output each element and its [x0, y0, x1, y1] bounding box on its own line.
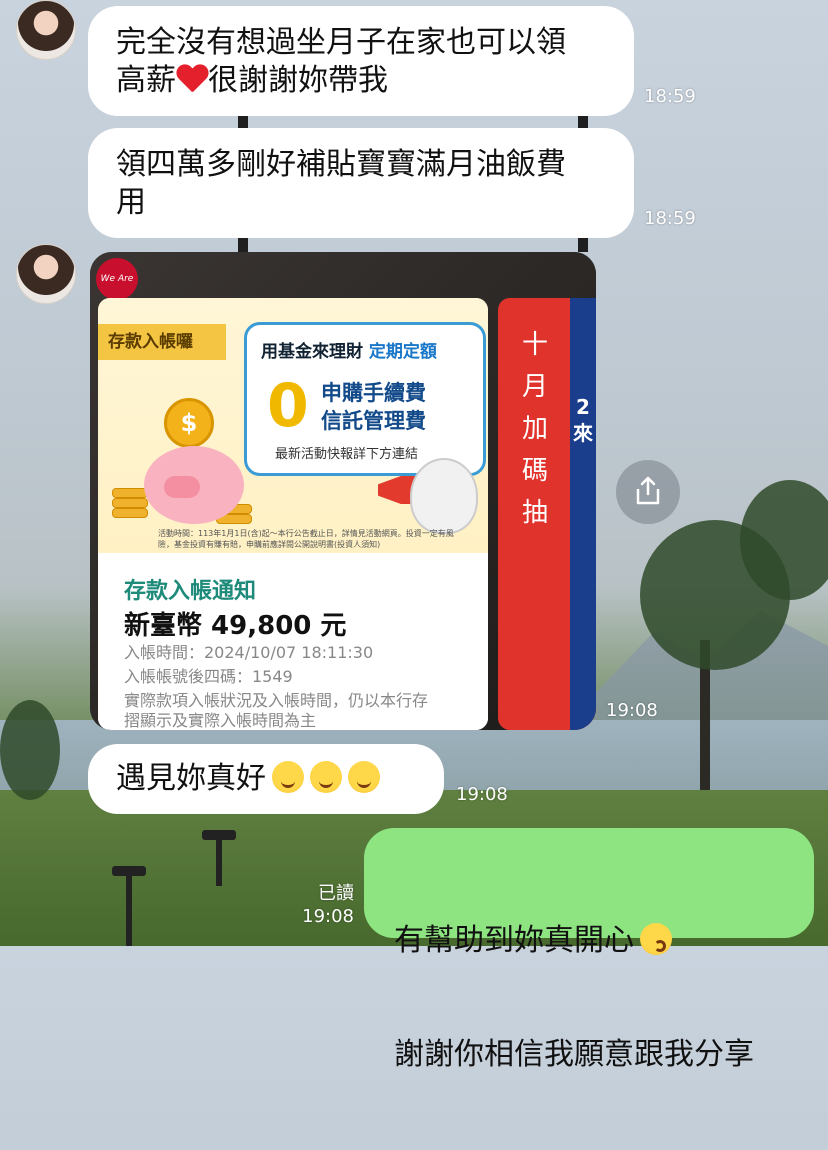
promo-prefix: 用基金來理財: [261, 342, 363, 362]
side-promo-card: 十月加碼抽 2 來: [498, 298, 596, 730]
side-promo-blue: [570, 298, 596, 730]
message-text-body: 遇見妳真好: [116, 761, 266, 796]
smiling-face-with-hearts-icon: [272, 761, 304, 793]
piggy-bank-nose-icon: [164, 476, 200, 498]
notice-title: 存款入帳通知: [124, 579, 257, 604]
promo-zero: 0: [267, 371, 309, 441]
image-message[interactable]: We Are Family 存款入帳囉 用基金來理財 定期定額 0 申購手續費 …: [90, 252, 596, 730]
message-text: 領四萬多剛好補貼寶寶滿月油飯費 用: [116, 147, 566, 220]
side-promo-text: 十月加碼抽: [521, 330, 548, 528]
message-time: 19:08: [606, 700, 658, 721]
background-tree: [0, 700, 60, 800]
share-icon: [636, 476, 660, 505]
notice-section: 存款入帳通知 新臺幣 49,800 元 入帳時間：2024/10/07 18:1…: [98, 553, 488, 730]
avatar[interactable]: [16, 0, 76, 60]
owl-mascot-icon: [410, 458, 478, 534]
background-pole: [238, 236, 248, 252]
notice-time: 入帳時間：2024/10/07 18:11:30: [124, 643, 374, 662]
side-promo-fragment: 2 來: [573, 395, 593, 445]
message-time: 19:08: [456, 784, 508, 805]
deposit-notice-card: 存款入帳囉 用基金來理財 定期定額 0 申購手續費 信託管理費 最新活動快報詳下…: [98, 298, 488, 730]
promo-highlight: 定期定額: [368, 342, 437, 362]
message-text-line-1: 有幫助到妳真開心: [394, 923, 634, 958]
coin-stack-icon: [112, 488, 148, 498]
deposit-tag: 存款入帳囉: [98, 324, 226, 360]
background-lamp: [202, 830, 236, 840]
message-bubble-outgoing[interactable]: 有幫助到妳真開心 謝謝你相信我願意跟我分享: [364, 828, 814, 1072]
message-text: 完全沒有想過坐月子在家也可以領 高薪 很謝謝妳帶我: [116, 24, 614, 100]
bank-logo: We Are Family: [96, 258, 138, 326]
promo-banner: 存款入帳囉 用基金來理財 定期定額 0 申購手續費 信託管理費 最新活動快報詳下…: [98, 298, 488, 553]
promo-fee-1: 申購手續費: [321, 381, 426, 405]
message-text: 遇見妳真好: [116, 760, 424, 798]
promo-fee-2: 信託管理費: [321, 409, 426, 433]
promo-headline: 用基金來理財 定期定額: [261, 337, 437, 362]
fine-print: 活動時間：113年1月1日(含)起～本行公告截止日，詳情見活動網頁。投資一定有風…: [158, 529, 454, 549]
message-time: 19:08: [302, 906, 354, 927]
smiling-face-with-hearts-icon: [310, 761, 342, 793]
coin-stack-icon: [112, 508, 148, 518]
share-button[interactable]: [616, 460, 680, 524]
background-lamp: [126, 876, 132, 946]
coin-stack-icon: [112, 498, 148, 508]
coin-icon: $: [164, 398, 214, 448]
message-time: 18:59: [644, 86, 696, 107]
message-text-tail: 很謝謝妳帶我: [208, 63, 388, 98]
smiling-face-with-hearts-icon: [348, 761, 380, 793]
promo-box: 用基金來理財 定期定額 0 申購手續費 信託管理費 最新活動快報詳下方連結: [244, 322, 486, 476]
message-time: 18:59: [644, 208, 696, 229]
read-label: 已讀: [318, 883, 354, 904]
message-bubble-incoming[interactable]: 完全沒有想過坐月子在家也可以領 高薪 很謝謝妳帶我: [88, 6, 634, 116]
message-text-line-2: 謝謝你相信我願意跟我分享: [394, 1037, 754, 1072]
notice-note-2: 摺顯示及實際入帳時間為主: [124, 711, 317, 730]
background-pole: [578, 236, 588, 252]
background-lamp: [216, 840, 222, 886]
promo-note: 最新活動快報詳下方連結: [275, 447, 419, 462]
face-blowing-kiss-icon: [640, 923, 672, 955]
red-heart-icon: [176, 65, 208, 95]
message-bubble-incoming[interactable]: 遇見妳真好: [88, 744, 444, 814]
background-lamp: [112, 866, 146, 876]
notice-account: 入帳帳號後四碼：1549: [124, 667, 293, 686]
read-receipt: 已讀 19:08: [296, 882, 354, 928]
notice-amount: 新臺幣 49,800 元: [124, 611, 347, 641]
message-bubble-incoming[interactable]: 領四萬多剛好補貼寶寶滿月油飯費 用: [88, 128, 634, 238]
message-text: 有幫助到妳真開心 謝謝你相信我願意跟我分享: [394, 846, 794, 1150]
avatar[interactable]: [16, 244, 76, 304]
